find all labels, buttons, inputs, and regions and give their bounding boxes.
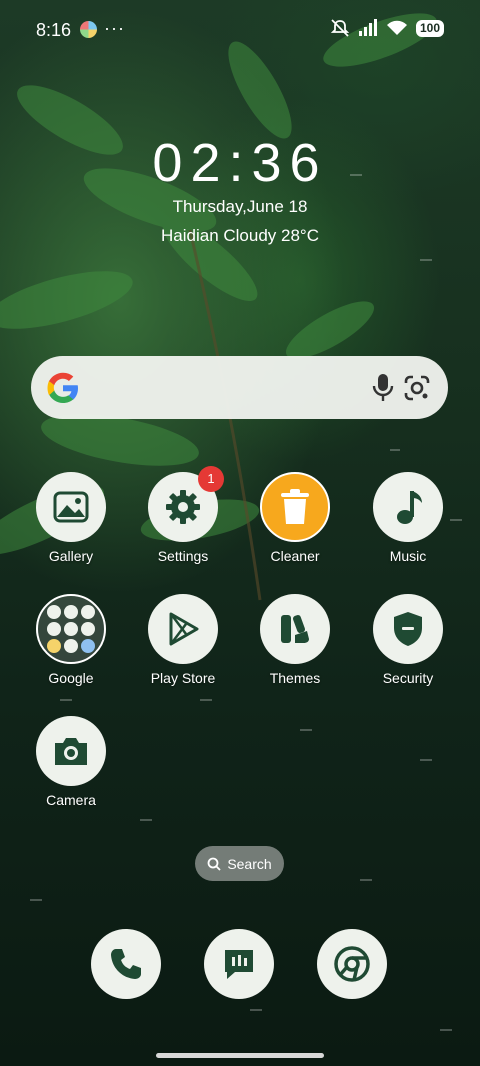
app-cleaner[interactable]: Cleaner bbox=[240, 472, 350, 564]
signal-icon bbox=[358, 19, 377, 36]
music-note-icon bbox=[397, 491, 422, 524]
gear-icon bbox=[166, 490, 200, 524]
search-icon bbox=[207, 857, 221, 871]
app-google-folder[interactable]: Google bbox=[16, 594, 126, 686]
app-gallery[interactable]: Gallery bbox=[16, 472, 126, 564]
app-label: Settings bbox=[157, 548, 209, 564]
app-music[interactable]: Music bbox=[353, 472, 463, 564]
messages-icon bbox=[225, 950, 253, 979]
app-security[interactable]: Security bbox=[353, 594, 463, 686]
trash-icon bbox=[281, 489, 309, 524]
app-settings[interactable]: 1 Settings bbox=[128, 466, 238, 564]
app-label: Cleaner bbox=[270, 548, 320, 564]
more-notifications-icon: ··· bbox=[104, 18, 125, 38]
app-label: Gallery bbox=[48, 548, 94, 564]
google-lens-icon[interactable] bbox=[403, 374, 431, 402]
app-search-button[interactable]: Search bbox=[195, 846, 284, 881]
camera-icon bbox=[55, 738, 87, 765]
app-themes[interactable]: Themes bbox=[240, 594, 350, 686]
chrome-icon bbox=[334, 946, 370, 982]
themes-icon bbox=[281, 615, 309, 643]
app-camera[interactable]: Camera bbox=[16, 716, 126, 808]
app-play-store[interactable]: Play Store bbox=[128, 594, 238, 686]
gallery-icon bbox=[53, 491, 89, 523]
shield-icon bbox=[394, 612, 422, 646]
clock-time[interactable]: 02:36 bbox=[0, 132, 480, 194]
google-search-bar[interactable] bbox=[31, 356, 448, 419]
app-label: Play Store bbox=[150, 670, 216, 686]
battery-indicator: 100 bbox=[415, 19, 444, 37]
microphone-icon[interactable] bbox=[369, 373, 397, 403]
app-label: Music bbox=[389, 548, 427, 564]
home-gesture-bar[interactable] bbox=[156, 1053, 324, 1058]
clock-date[interactable]: Thursday,June 18 bbox=[0, 197, 480, 217]
phone-icon bbox=[111, 949, 141, 979]
status-time: 8:16 bbox=[36, 20, 72, 40]
app-label: Google bbox=[48, 670, 94, 686]
app-label: Camera bbox=[46, 792, 96, 808]
google-folder-icon bbox=[47, 605, 95, 653]
play-store-icon bbox=[169, 612, 199, 646]
status-bar: 8:16 ··· 100 bbox=[0, 0, 480, 60]
app-search-label: Search bbox=[227, 855, 272, 872]
dock-messages[interactable] bbox=[204, 929, 274, 999]
mute-icon bbox=[330, 19, 350, 37]
notification-badge: 1 bbox=[198, 466, 224, 492]
app-label: Themes bbox=[269, 670, 321, 686]
wallpaper bbox=[0, 13, 437, 601]
dock-phone[interactable] bbox=[91, 929, 161, 999]
weather-info[interactable]: Haidian Cloudy 28°C bbox=[0, 226, 480, 246]
wifi-icon bbox=[386, 20, 407, 35]
google-logo-icon bbox=[47, 372, 78, 403]
dock-chrome[interactable] bbox=[317, 929, 387, 999]
app-label: Security bbox=[382, 670, 434, 686]
notification-app-icon bbox=[80, 21, 97, 38]
